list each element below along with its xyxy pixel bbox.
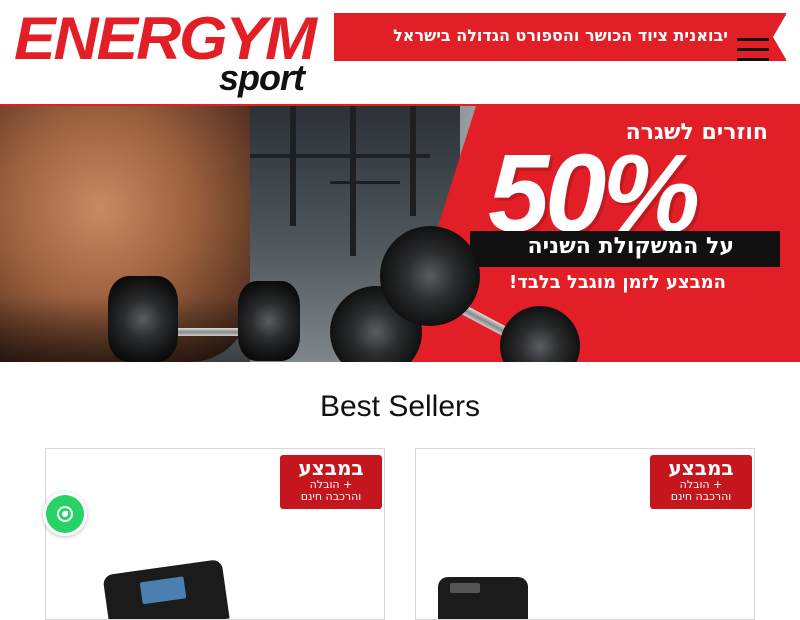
badge-title: במבצע (668, 456, 734, 480)
promo-discount: 50% (488, 132, 700, 255)
tagline-text: יבואנית ציוד הכושר והספורט הגדולה בישראל (393, 26, 728, 45)
promo-mid-text: על המשקולת השניה (527, 234, 734, 259)
promo-low-text: המבצע לזמן מוגבל בלבד! (509, 272, 726, 293)
treadmill-image (438, 577, 528, 619)
badge-sub: והרכבה חינם (670, 490, 732, 503)
logo-sub-text: sport (219, 57, 305, 98)
badge-title: במבצע (298, 456, 364, 480)
treadmill-image (102, 558, 230, 619)
sale-badge: במבצע + הובלה והרכבה חינם (280, 455, 382, 509)
tagline-arrow (773, 13, 787, 61)
hamburger-menu-icon[interactable] (737, 38, 769, 64)
tagline-banner: יבואנית ציוד הכושר והספורט הגדולה בישראל (334, 13, 787, 61)
product-card[interactable]: במבצע + הובלה והרכבה חינם (45, 448, 385, 620)
sale-badge: במבצע + הובלה והרכבה חינם (650, 455, 752, 509)
best-sellers-title: Best Sellers (319, 390, 481, 423)
product-card[interactable]: במבצע + הובלה והרכבה חינם (415, 448, 755, 620)
badge-sub: והרכבה חינם (300, 490, 362, 503)
whatsapp-icon[interactable] (43, 492, 87, 536)
hero-banner[interactable]: חוזרים לשגרה 50% על המשקולת השניה המבצע … (0, 106, 800, 362)
energym-logo[interactable]: ENERGYM sport (14, 9, 354, 100)
dumbbell-plate (238, 281, 300, 361)
site-header: ENERGYM sport יבואנית ציוד הכושר והספורט… (0, 0, 800, 106)
dumbbell-plate (108, 276, 178, 362)
dumbbell-plate (380, 226, 480, 326)
